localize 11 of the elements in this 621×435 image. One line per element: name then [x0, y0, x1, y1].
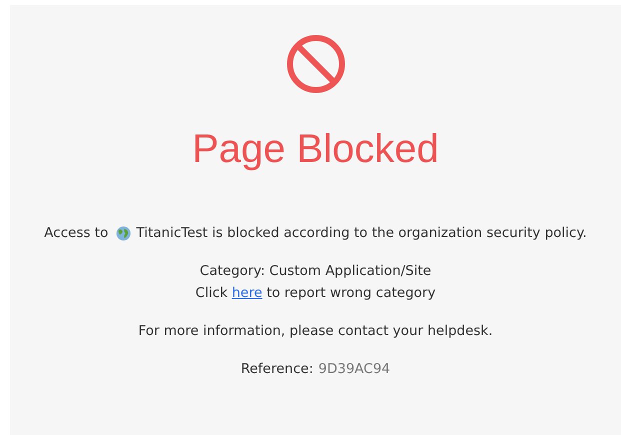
reference-label: Reference:	[240, 361, 314, 377]
report-text: Click here to report wrong category	[195, 284, 436, 303]
report-link[interactable]: here	[232, 285, 262, 301]
info-text: For more information, please contact your helpdesk.	[138, 323, 493, 339]
prohibited-icon	[284, 33, 346, 95]
access-text: Access to	[44, 225, 108, 241]
reference-code: 9D39AC94	[318, 361, 390, 377]
block-message: TitanicTest is blocked according to the organization security policy.	[136, 225, 587, 241]
category-text: Category: Custom Application/Site	[200, 262, 432, 281]
page-title: Page Blocked	[192, 126, 439, 173]
globe-icon	[116, 226, 132, 240]
